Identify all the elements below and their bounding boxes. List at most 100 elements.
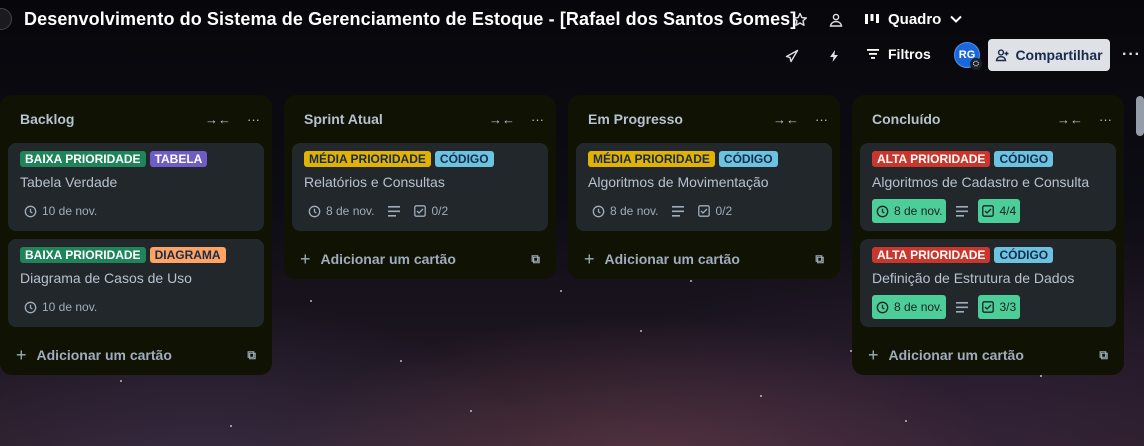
collapse-list-icon[interactable]: →←: [773, 112, 799, 127]
card-title: Definição de Estrutura de Dados: [872, 270, 1075, 286]
checklist-count: 4/4: [999, 204, 1017, 218]
description-icon: [956, 205, 969, 217]
list-title[interactable]: Concluído: [872, 111, 940, 127]
card-title: Tabela Verdade: [20, 174, 118, 190]
due-date-badge[interactable]: 8 de nov.: [872, 199, 947, 223]
list-concluido: Concluído →← ··· ALTA PRIORIDADE CÓDIGO …: [852, 95, 1124, 375]
view-switcher-label: Quadro: [888, 10, 942, 28]
card[interactable]: ALTA PRIORIDADE CÓDIGO Definição de Estr…: [860, 239, 1116, 327]
filters-button[interactable]: Filtros: [866, 46, 931, 62]
clock-icon: [24, 301, 37, 314]
checklist-icon: [982, 205, 995, 217]
due-date-text: 10 de nov.: [42, 204, 98, 218]
due-date-badge[interactable]: 10 de nov.: [20, 295, 101, 319]
plus-icon: +: [584, 248, 595, 269]
lightning-icon[interactable]: [824, 46, 844, 66]
checklist-icon: [982, 301, 995, 313]
board-header: Desenvolvimento do Sistema de Gerenciame…: [0, 0, 1144, 40]
filters-label: Filtros: [888, 46, 931, 62]
label-medium-priority[interactable]: MÉDIA PRIORIDADE: [588, 151, 715, 167]
list-title[interactable]: Sprint Atual: [304, 111, 383, 127]
list-title[interactable]: Em Progresso: [588, 111, 683, 127]
view-switcher[interactable]: Quadro: [864, 8, 963, 30]
list-sprint-atual: Sprint Atual →← ··· MÉDIA PRIORIDADE CÓD…: [284, 95, 556, 279]
card-template-icon[interactable]: ⧉: [531, 252, 540, 267]
card-title: Relatórios e Consultas: [304, 174, 445, 190]
filter-lines-icon: [866, 48, 880, 60]
clock-icon: [24, 205, 37, 218]
list-menu-ellipsis-icon[interactable]: ···: [247, 112, 260, 127]
collapse-list-icon[interactable]: →←: [489, 112, 515, 127]
workspace-collapse-button[interactable]: [0, 8, 12, 30]
label-low-priority[interactable]: BAIXA PRIORIDADE: [20, 247, 146, 263]
collapse-list-icon[interactable]: →←: [205, 112, 231, 127]
card[interactable]: MÉDIA PRIORIDADE CÓDIGO Algoritmos de Mo…: [576, 143, 832, 231]
checklist-badge: 3/3: [978, 295, 1021, 319]
add-card-button[interactable]: + Adicionar um cartão ⧉: [8, 335, 264, 375]
description-icon: [388, 205, 401, 217]
label-high-priority[interactable]: ALTA PRIORIDADE: [872, 247, 991, 263]
checklist-count: 0/2: [715, 204, 733, 218]
list-menu-ellipsis-icon[interactable]: ···: [815, 112, 828, 127]
label-code[interactable]: CÓDIGO: [718, 151, 778, 167]
share-button[interactable]: Compartilhar: [988, 39, 1110, 71]
checklist-count: 0/2: [431, 204, 449, 218]
list-header: Sprint Atual →← ···: [292, 95, 548, 143]
list-menu-ellipsis-icon[interactable]: ···: [1099, 112, 1112, 127]
card[interactable]: BAIXA PRIORIDADE TABELA Tabela Verdade 1…: [8, 143, 264, 231]
card-template-icon[interactable]: ⧉: [247, 348, 256, 363]
plus-icon: +: [16, 344, 27, 365]
board-menu-ellipsis-icon[interactable]: ···: [1122, 46, 1141, 64]
clock-icon: [876, 301, 889, 314]
card-template-icon[interactable]: ⧉: [1099, 348, 1108, 363]
due-date-badge[interactable]: 8 de nov.: [588, 199, 662, 223]
add-card-button[interactable]: + Adicionar um cartão ⧉: [576, 239, 832, 279]
star-icon[interactable]: [790, 10, 810, 30]
label-diagram[interactable]: DIAGRAMA: [149, 247, 226, 263]
collapse-list-icon[interactable]: →←: [1057, 112, 1083, 127]
list-header: Em Progresso →← ···: [576, 95, 832, 143]
card-template-icon[interactable]: ⧉: [815, 252, 824, 267]
due-date-badge[interactable]: 8 de nov.: [872, 295, 947, 319]
horizontal-scroll-handle[interactable]: [1136, 96, 1144, 136]
label-code[interactable]: CÓDIGO: [434, 151, 494, 167]
list-header: Backlog →← ···: [8, 95, 264, 143]
label-code[interactable]: CÓDIGO: [994, 247, 1054, 263]
checklist-icon: [414, 205, 427, 217]
description-icon: [956, 301, 969, 313]
checklist-badge: 4/4: [978, 199, 1021, 223]
clock-icon: [308, 205, 321, 218]
label-medium-priority[interactable]: MÉDIA PRIORIDADE: [304, 151, 431, 167]
plus-icon: +: [868, 344, 879, 365]
add-card-label: Adicionar um cartão: [604, 251, 740, 267]
add-card-label: Adicionar um cartão: [36, 347, 172, 363]
due-date-badge[interactable]: 10 de nov.: [20, 199, 101, 223]
due-date-text: 8 de nov.: [326, 204, 375, 218]
add-person-icon: [995, 48, 1009, 62]
board-title[interactable]: Desenvolvimento do Sistema de Gerenciame…: [24, 9, 796, 30]
label-code[interactable]: CÓDIGO: [994, 151, 1054, 167]
add-card-label: Adicionar um cartão: [888, 347, 1024, 363]
due-date-text: 10 de nov.: [42, 300, 98, 314]
label-low-priority[interactable]: BAIXA PRIORIDADE: [20, 151, 146, 167]
checklist-badge: 0/2: [410, 199, 452, 223]
rocket-icon[interactable]: [782, 46, 802, 66]
description-icon: [672, 205, 685, 217]
add-card-button[interactable]: + Adicionar um cartão ⧉: [292, 239, 548, 279]
label-table[interactable]: TABELA: [149, 151, 208, 167]
label-high-priority[interactable]: ALTA PRIORIDADE: [872, 151, 991, 167]
plus-icon: +: [300, 248, 311, 269]
list-title[interactable]: Backlog: [20, 111, 74, 127]
add-card-button[interactable]: + Adicionar um cartão ⧉: [860, 335, 1116, 375]
card[interactable]: BAIXA PRIORIDADE DIAGRAMA Diagrama de Ca…: [8, 239, 264, 327]
chevron-down-icon: [949, 12, 963, 26]
list-menu-ellipsis-icon[interactable]: ···: [531, 112, 544, 127]
admin-badge-icon: ⛭: [970, 58, 982, 70]
team-visibility-icon[interactable]: [826, 10, 846, 30]
due-date-badge[interactable]: 8 de nov.: [304, 199, 378, 223]
card[interactable]: ALTA PRIORIDADE CÓDIGO Algoritmos de Cad…: [860, 143, 1116, 231]
card-title: Diagrama de Casos de Uso: [20, 270, 192, 286]
due-date-text: 8 de nov.: [894, 300, 943, 314]
card-title: Algoritmos de Cadastro e Consulta: [872, 174, 1090, 190]
card[interactable]: MÉDIA PRIORIDADE CÓDIGO Relatórios e Con…: [292, 143, 548, 231]
